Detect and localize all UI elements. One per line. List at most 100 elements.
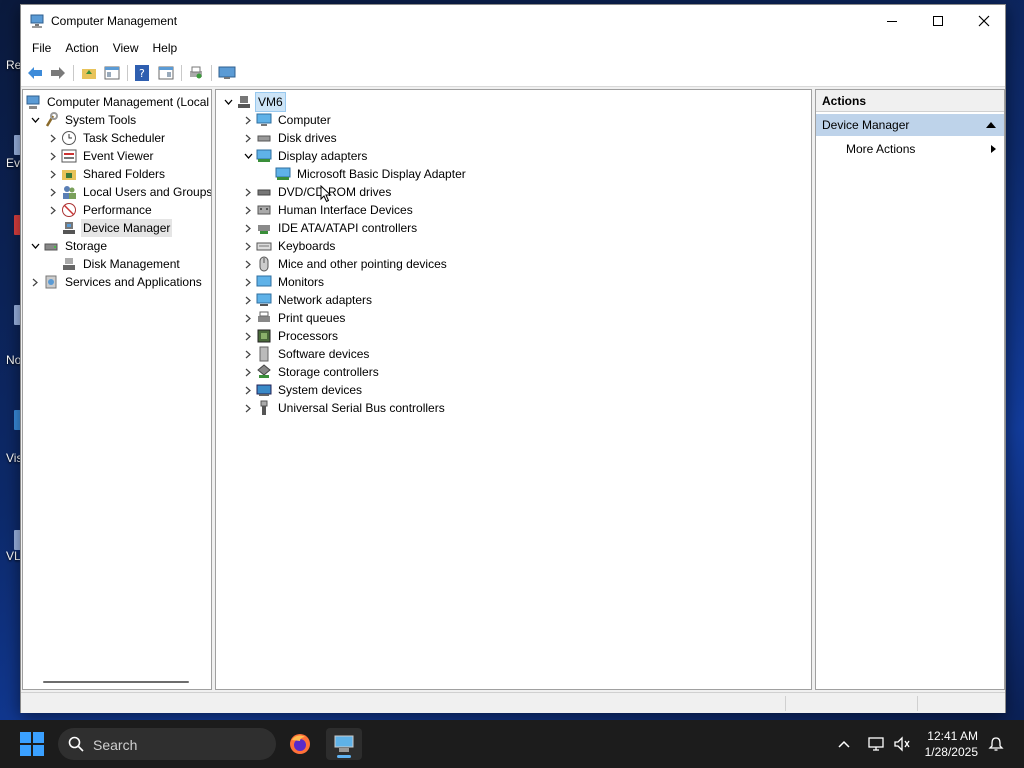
taskbar-clock[interactable]: 12:41 AM 1/28/2025 [916, 728, 996, 760]
device-category-dvd-cdrom[interactable]: DVD/CD-ROM drives [240, 183, 393, 201]
show-hide-action-pane-button[interactable] [156, 64, 176, 82]
chevron-right-icon[interactable] [240, 201, 256, 219]
notifications-button[interactable] [986, 734, 1006, 754]
tree-item-system-tools[interactable]: System Tools [27, 111, 138, 129]
actions-section-device-manager[interactable]: Device Manager [816, 114, 1004, 136]
clock-date: 1/28/2025 [924, 745, 978, 759]
chevron-right-icon[interactable] [45, 201, 61, 219]
tree-item-device-manager[interactable]: Device Manager [45, 219, 173, 237]
chevron-right-icon[interactable] [240, 399, 256, 417]
chevron-down-icon[interactable] [27, 237, 43, 255]
device-category-monitors[interactable]: Monitors [240, 273, 326, 291]
chevron-right-icon[interactable] [240, 327, 256, 345]
back-button[interactable] [25, 64, 45, 82]
tree-root[interactable]: Computer Management (Local [25, 93, 211, 111]
usb-icon [260, 400, 268, 415]
help-button[interactable]: ? [132, 64, 152, 82]
menu-help[interactable]: Help [146, 37, 185, 59]
windows-logo-icon [33, 732, 44, 743]
chevron-right-icon[interactable] [240, 345, 256, 363]
device-category-ide-ata[interactable]: IDE ATA/ATAPI controllers [240, 219, 419, 237]
show-hide-tree-button[interactable] [102, 64, 122, 82]
menu-view[interactable]: View [106, 37, 146, 59]
minimize-icon [887, 20, 897, 22]
device-category-print-queues[interactable]: Print queues [240, 309, 347, 327]
close-button[interactable] [961, 5, 1007, 37]
device-category-processors[interactable]: Processors [240, 327, 340, 345]
keyboard-icon [256, 242, 272, 251]
chevron-right-icon[interactable] [45, 165, 61, 183]
device-tree-root[interactable]: VM6 [220, 92, 286, 112]
device-category-usb-controllers[interactable]: Universal Serial Bus controllers [240, 399, 447, 417]
chevron-right-icon[interactable] [240, 291, 256, 309]
tree-item-storage[interactable]: Storage [27, 237, 109, 255]
device-category-label: Mice and other pointing devices [278, 257, 447, 271]
tree-item-performance[interactable]: Performance [45, 201, 154, 219]
chevron-right-icon[interactable] [240, 273, 256, 291]
device-root-selection[interactable]: VM6 [236, 92, 286, 112]
device-category-display-adapters[interactable]: Display adapters [240, 147, 369, 165]
chevron-right-icon[interactable] [240, 237, 256, 255]
chevron-right-icon[interactable] [240, 129, 256, 147]
chevron-right-icon[interactable] [240, 255, 256, 273]
device-category-software-devices[interactable]: Software devices [240, 345, 371, 363]
scan-hardware-button[interactable] [217, 64, 237, 82]
device-category-disk-drives[interactable]: Disk drives [240, 129, 339, 147]
tree-item-event-viewer[interactable]: Event Viewer [45, 147, 155, 165]
maximize-button[interactable] [915, 5, 961, 37]
desktop-icon-label[interactable]: Ev [6, 156, 20, 170]
menu-action[interactable]: Action [58, 37, 105, 59]
chevron-right-icon[interactable] [45, 129, 61, 147]
network-tray-button[interactable] [866, 734, 886, 754]
print-button[interactable] [186, 64, 206, 82]
chevron-right-icon[interactable] [240, 381, 256, 399]
chevron-right-icon[interactable] [240, 183, 256, 201]
computer-management-taskbar-button[interactable] [326, 728, 362, 760]
chevron-right-icon[interactable] [27, 273, 43, 291]
firefox-taskbar-button[interactable] [282, 728, 318, 760]
tree-item-task-scheduler[interactable]: Task Scheduler [45, 129, 167, 147]
chevron-right-icon[interactable] [45, 183, 61, 201]
show-hidden-icons-button[interactable] [834, 734, 854, 754]
console-tree-pane[interactable]: Computer Management (Local System Tools … [22, 89, 212, 690]
device-category-system-devices[interactable]: System devices [240, 381, 364, 399]
ide-controller-icon [258, 225, 270, 234]
tree-item-services-applications[interactable]: Services and Applications [27, 273, 204, 291]
up-folder-button[interactable] [79, 64, 99, 82]
volume-tray-button[interactable] [892, 734, 912, 754]
display-adapter-icon [275, 167, 291, 180]
device-category-computer[interactable]: Computer [240, 111, 333, 129]
chevron-right-icon[interactable] [45, 147, 61, 165]
title-bar[interactable]: Computer Management [21, 5, 1005, 37]
tree-item-shared-folders[interactable]: Shared Folders [45, 165, 167, 183]
start-button[interactable] [20, 732, 44, 756]
chevron-down-icon[interactable] [240, 147, 256, 165]
device-category-mice[interactable]: Mice and other pointing devices [240, 255, 449, 273]
chevron-down-icon[interactable] [220, 93, 236, 111]
chevron-right-icon[interactable] [240, 363, 256, 381]
device-category-label: Disk drives [278, 131, 337, 145]
desktop-icon-label[interactable]: VL [6, 549, 21, 563]
chevron-right-icon[interactable] [240, 111, 256, 129]
minimize-button[interactable] [869, 5, 915, 37]
device-microsoft-basic-display-adapter[interactable]: Microsoft Basic Display Adapter [275, 165, 468, 183]
actions-header: Actions [816, 90, 1004, 112]
more-actions-item[interactable]: More Actions [846, 140, 915, 158]
device-category-label: Human Interface Devices [278, 203, 413, 217]
taskbar-search[interactable]: Search [58, 728, 276, 760]
chevron-down-icon[interactable] [27, 111, 43, 129]
tree-item-local-users-groups[interactable]: Local Users and Groups [45, 183, 211, 201]
collapse-up-icon[interactable] [986, 122, 996, 128]
printer-icon [258, 311, 270, 322]
chevron-right-icon[interactable] [240, 219, 256, 237]
device-category-network-adapters[interactable]: Network adapters [240, 291, 374, 309]
device-category-keyboards[interactable]: Keyboards [240, 237, 337, 255]
forward-button[interactable] [48, 64, 68, 82]
menu-file[interactable]: File [25, 37, 58, 59]
chevron-right-icon[interactable] [240, 309, 256, 327]
device-tree-pane[interactable]: VM6 Computer Disk drives Display adapter… [215, 89, 812, 690]
device-category-hid[interactable]: Human Interface Devices [240, 201, 415, 219]
device-category-storage-controllers[interactable]: Storage controllers [240, 363, 381, 381]
tree-item-disk-management[interactable]: Disk Management [45, 255, 182, 273]
horizontal-scrollbar-thumb[interactable] [43, 681, 189, 683]
